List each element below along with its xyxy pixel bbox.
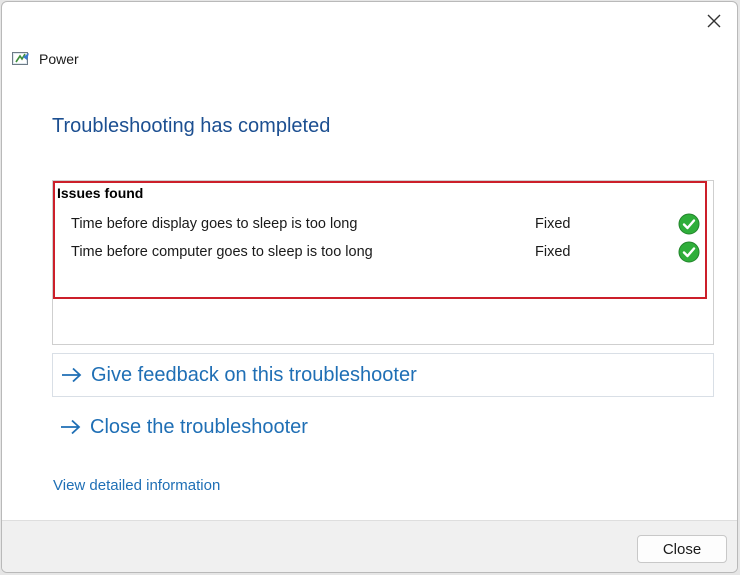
troubleshooter-window: Power Troubleshooting has completed Issu… [1, 1, 738, 573]
issues-highlight-frame [53, 181, 707, 299]
window-close-button[interactable] [701, 8, 727, 34]
issue-row: Time before display goes to sleep is too… [2, 213, 737, 237]
power-troubleshooter-icon [12, 52, 29, 65]
issues-found-label: Issues found [57, 185, 144, 201]
close-icon [707, 14, 721, 28]
issue-description: Time before computer goes to sleep is to… [71, 244, 373, 260]
window-title-bar: Power [12, 51, 79, 67]
issue-status: Fixed [535, 216, 571, 232]
close-troubleshooter-label: Close the troubleshooter [90, 415, 308, 438]
close-troubleshooter-link[interactable]: Close the troubleshooter [52, 405, 714, 449]
issue-description: Time before display goes to sleep is too… [71, 216, 358, 232]
issue-row: Time before computer goes to sleep is to… [2, 241, 737, 265]
arrow-right-icon [61, 419, 81, 435]
close-button[interactable]: Close [637, 535, 727, 563]
give-feedback-link[interactable]: Give feedback on this troubleshooter [52, 353, 714, 397]
green-checkmark-icon [678, 241, 700, 263]
arrow-right-icon [62, 367, 82, 383]
green-checkmark-icon [678, 213, 700, 235]
footer-bar: Close [2, 520, 737, 572]
give-feedback-label: Give feedback on this troubleshooter [91, 363, 417, 386]
page-title: Troubleshooting has completed [52, 115, 331, 137]
view-detailed-information-link[interactable]: View detailed information [53, 477, 220, 494]
window-title: Power [39, 51, 79, 67]
issue-status: Fixed [535, 244, 571, 260]
